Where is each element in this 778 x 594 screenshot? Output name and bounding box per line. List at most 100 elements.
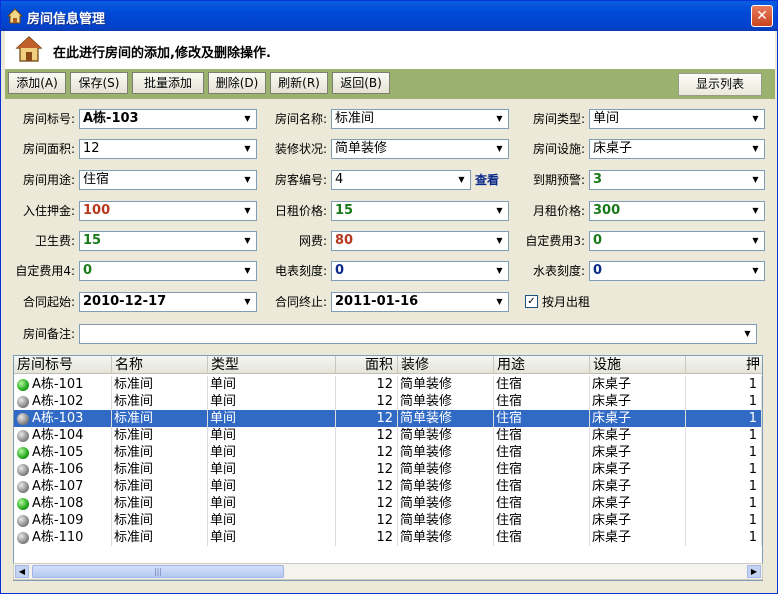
network-combo[interactable]: 80 ▼ — [331, 231, 509, 251]
facility-combo[interactable]: 床桌子 ▼ — [589, 139, 765, 159]
network-value: 80 — [335, 233, 354, 248]
chevron-down-icon[interactable]: ▼ — [748, 233, 763, 249]
custom4-label: 自定费用4: — [15, 264, 75, 278]
save-button[interactable]: 保存(S) — [70, 72, 128, 94]
usage-combo[interactable]: 住宿 ▼ — [79, 170, 257, 190]
chevron-down-icon[interactable]: ▼ — [492, 233, 507, 249]
area-label: 房间面积: — [22, 142, 75, 156]
table-cell-decor: 简单装修 — [398, 393, 494, 410]
table-cell-name: 标准间 — [112, 478, 208, 495]
room-type-combo[interactable]: 单间 ▼ — [589, 109, 765, 129]
elec-label: 电表刻度: — [274, 264, 327, 278]
column-header[interactable]: 类型 — [208, 356, 336, 374]
room-no-combo[interactable]: A栋-103 ▼ — [79, 109, 257, 129]
delete-button[interactable]: 删除(D) — [208, 72, 266, 94]
table-row[interactable]: A栋-104 标准间 单间 12 简单装修 住宿 床桌子 1 — [14, 427, 762, 444]
chevron-down-icon[interactable]: ▼ — [492, 141, 507, 157]
room-name-combo[interactable]: 标准间 ▼ — [331, 109, 509, 129]
chevron-down-icon[interactable]: ▼ — [240, 203, 255, 219]
chevron-down-icon[interactable]: ▼ — [748, 203, 763, 219]
scroll-right-icon[interactable]: ▶ — [747, 565, 761, 578]
start-date-combo[interactable]: 2010-12-17 ▼ — [79, 292, 257, 312]
start-date-value: 2010-12-17 — [83, 294, 167, 309]
sanitation-combo[interactable]: 15 ▼ — [79, 231, 257, 251]
column-header[interactable]: 用途 — [494, 356, 590, 374]
custom4-combo[interactable]: 0 ▼ — [79, 261, 257, 281]
table-cell-area: 12 — [336, 444, 398, 461]
chevron-down-icon[interactable]: ▼ — [492, 294, 507, 310]
daily-combo[interactable]: 15 ▼ — [331, 201, 509, 221]
deposit-combo[interactable]: 100 ▼ — [79, 201, 257, 221]
table-row[interactable]: A栋-108 标准间 单间 12 简单装修 住宿 床桌子 1 — [14, 495, 762, 512]
custom3-combo[interactable]: 0 ▼ — [589, 231, 765, 251]
column-header[interactable]: 设施 — [590, 356, 686, 374]
table-cell-usage: 住宿 — [494, 393, 590, 410]
scroll-thumb[interactable]: ||| — [32, 565, 284, 578]
chevron-down-icon[interactable]: ▼ — [748, 263, 763, 279]
chevron-down-icon[interactable]: ▼ — [740, 326, 755, 342]
chevron-down-icon[interactable]: ▼ — [240, 141, 255, 157]
chevron-down-icon[interactable]: ▼ — [748, 111, 763, 127]
table-row[interactable]: A栋-109 标准间 单间 12 简单装修 住宿 床桌子 1 — [14, 512, 762, 529]
table-row[interactable]: A栋-106 标准间 单间 12 简单装修 住宿 床桌子 1 — [14, 461, 762, 478]
close-button[interactable]: ✕ — [751, 5, 773, 27]
end-date-value: 2011-01-16 — [335, 294, 419, 309]
table-cell-facility: 床桌子 — [590, 512, 686, 529]
refresh-button[interactable]: 刷新(R) — [270, 72, 328, 94]
back-button[interactable]: 返回(B) — [332, 72, 390, 94]
table-cell-no: A栋-102 — [14, 393, 112, 410]
table-cell-facility: 床桌子 — [590, 495, 686, 512]
window-title: 房间信息管理 — [27, 12, 106, 27]
column-header[interactable]: 房间标号 — [14, 356, 112, 374]
table-row[interactable]: A栋-105 标准间 单间 12 简单装修 住宿 床桌子 1 — [14, 444, 762, 461]
end-date-combo[interactable]: 2011-01-16 ▼ — [331, 292, 509, 312]
table-row[interactable]: A栋-102 标准间 单间 12 简单装修 住宿 床桌子 1 — [14, 393, 762, 410]
chevron-down-icon[interactable]: ▼ — [240, 111, 255, 127]
table-row[interactable]: A栋-103 标准间 单间 12 简单装修 住宿 床桌子 1 — [14, 410, 762, 427]
view-tenant-link[interactable]: 查看 — [475, 170, 507, 190]
chevron-down-icon[interactable]: ▼ — [240, 172, 255, 188]
chevron-down-icon[interactable]: ▼ — [492, 203, 507, 219]
chevron-down-icon[interactable]: ▼ — [240, 233, 255, 249]
facility-label: 房间设施: — [532, 142, 585, 156]
monthly-combo[interactable]: 300 ▼ — [589, 201, 765, 221]
table-cell-type: 单间 — [208, 512, 336, 529]
tenant-combo[interactable]: 4 ▼ — [331, 170, 471, 190]
add-button[interactable]: 添加(A) — [8, 72, 66, 94]
chevron-down-icon[interactable]: ▼ — [748, 172, 763, 188]
column-header[interactable]: 名称 — [112, 356, 208, 374]
water-combo[interactable]: 0 ▼ — [589, 261, 765, 281]
column-header[interactable]: 押 — [686, 356, 762, 374]
table-cell-type: 单间 — [208, 444, 336, 461]
scroll-left-icon[interactable]: ◀ — [15, 565, 29, 578]
chevron-down-icon[interactable]: ▼ — [492, 111, 507, 127]
table-cell-no: A栋-110 — [14, 529, 112, 546]
chevron-down-icon[interactable]: ▼ — [240, 263, 255, 279]
table-cell-type: 单间 — [208, 529, 336, 546]
horizontal-scrollbar[interactable]: ◀ ||| ▶ — [13, 563, 763, 580]
chevron-down-icon[interactable]: ▼ — [240, 294, 255, 310]
chevron-down-icon[interactable]: ▼ — [454, 172, 469, 188]
room-no-label: 房间标号: — [22, 112, 75, 126]
sanitation-value: 15 — [83, 233, 102, 248]
table-row[interactable]: A栋-101 标准间 单间 12 简单装修 住宿 床桌子 1 — [14, 376, 762, 393]
chevron-down-icon[interactable]: ▼ — [748, 141, 763, 157]
table-cell-extra: 1 — [686, 512, 762, 529]
room-list-grid[interactable]: 房间标号 名称 类型 面积 装修 用途 设施 押 A栋-101 标准间 单间 12 简单… — [13, 355, 763, 581]
batch-add-button[interactable]: 批量添加 — [132, 72, 204, 94]
table-row[interactable]: A栋-107 标准间 单间 12 简单装修 住宿 床桌子 1 — [14, 478, 762, 495]
table-row[interactable]: A栋-110 标准间 单间 12 简单装修 住宿 床桌子 1 — [14, 529, 762, 546]
area-combo[interactable]: 12 ▼ — [79, 139, 257, 159]
monthly-rent-checkbox[interactable]: ✓ — [525, 295, 538, 308]
column-header[interactable]: 面积 — [336, 356, 398, 374]
show-list-button[interactable]: 显示列表 — [678, 73, 762, 96]
column-header[interactable]: 装修 — [398, 356, 494, 374]
note-combo[interactable]: ▼ — [79, 324, 757, 344]
expire-combo[interactable]: 3 ▼ — [589, 170, 765, 190]
elec-combo[interactable]: 0 ▼ — [331, 261, 509, 281]
chevron-down-icon[interactable]: ▼ — [492, 263, 507, 279]
table-cell-area: 12 — [336, 529, 398, 546]
decor-combo[interactable]: 简单装修 ▼ — [331, 139, 509, 159]
end-label: 合同终止: — [274, 295, 327, 309]
table-cell-no: A栋-101 — [14, 376, 112, 393]
